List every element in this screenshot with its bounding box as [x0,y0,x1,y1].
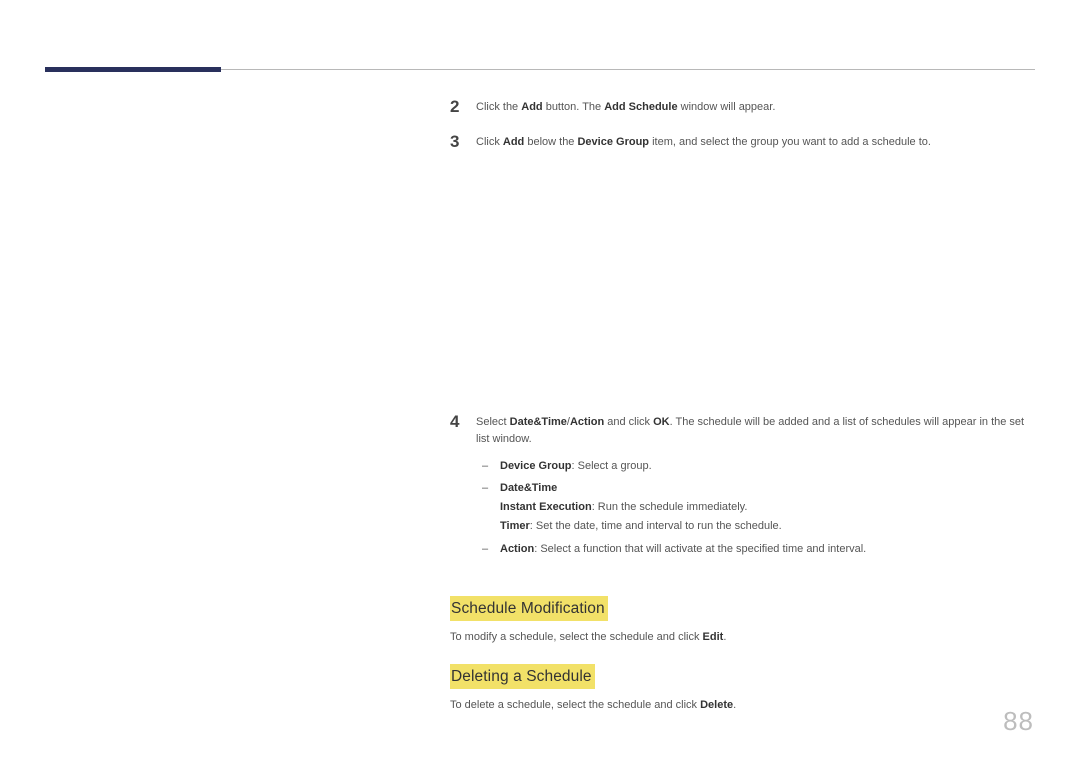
bold: Timer [500,520,530,532]
text: Click the [476,101,521,113]
step-number: 4 [450,413,476,561]
text: To delete a schedule, select the schedul… [450,699,700,711]
nested-item: Instant Execution: Run the schedule imme… [500,499,1030,516]
content-column: 2 Click the Add button. The Add Schedule… [450,98,1030,714]
paragraph: To delete a schedule, select the schedul… [450,697,1030,714]
text: : Select a function that will activate a… [534,543,866,555]
heading-deleting-schedule: Deleting a Schedule [450,664,595,689]
sub-list: ‒ Device Group: Select a group. ‒ Date&T… [476,458,1030,557]
dash-icon: ‒ [476,480,500,537]
step-number: 2 [450,98,476,117]
list-body: Date&Time Instant Execution: Run the sch… [500,480,1030,537]
paragraph: To modify a schedule, select the schedul… [450,629,1030,646]
text: : Select a group. [572,460,652,472]
nested-list: Instant Execution: Run the schedule imme… [500,499,1030,535]
bold: Delete [700,699,733,711]
bold: Date&Time [510,416,567,428]
nested-item: Timer: Set the date, time and interval t… [500,518,1030,535]
text: below the [524,136,577,148]
text: To modify a schedule, select the schedul… [450,631,703,643]
text: and click [604,416,653,428]
text: : Run the schedule immediately. [592,501,748,513]
bold: Action [570,416,604,428]
bold: Device Group [577,136,649,148]
bold: Device Group [500,460,572,472]
list-item: ‒ Device Group: Select a group. [476,458,1030,475]
text: Select [476,416,510,428]
bold: Action [500,543,534,555]
step-2: 2 Click the Add button. The Add Schedule… [450,98,1030,117]
step-3: 3 Click Add below the Device Group item,… [450,133,1030,152]
step-4: 4 Select Date&Time/Action and click OK. … [450,413,1030,561]
dash-icon: ‒ [476,541,500,558]
text: : Set the date, time and interval to run… [530,520,782,532]
bold: Add [521,101,542,113]
bold: Edit [703,631,724,643]
bold: Add [503,136,524,148]
step-body: Click Add below the Device Group item, a… [476,133,1030,152]
list-body: Device Group: Select a group. [500,458,1030,475]
text: . [733,699,736,711]
step-body: Select Date&Time/Action and click OK. Th… [476,413,1030,561]
list-item: ‒ Action: Select a function that will ac… [476,541,1030,558]
bold: Add Schedule [604,101,677,113]
list-item: ‒ Date&Time Instant Execution: Run the s… [476,480,1030,537]
step-body: Click the Add button. The Add Schedule w… [476,98,1030,117]
heading-schedule-modification: Schedule Modification [450,596,608,621]
text: button. The [543,101,605,113]
figure-placeholder [450,167,1030,413]
bold: Instant Execution [500,501,592,513]
text: Click [476,136,503,148]
bold: OK [653,416,670,428]
bold: Date&Time [500,482,557,494]
step-number: 3 [450,133,476,152]
dash-icon: ‒ [476,458,500,475]
text: window will appear. [678,101,776,113]
page: 2 Click the Add button. The Add Schedule… [0,0,1080,763]
header-accent [45,67,221,72]
page-number: 88 [1003,706,1034,737]
text: . [723,631,726,643]
text: item, and select the group you want to a… [649,136,931,148]
list-body: Action: Select a function that will acti… [500,541,1030,558]
